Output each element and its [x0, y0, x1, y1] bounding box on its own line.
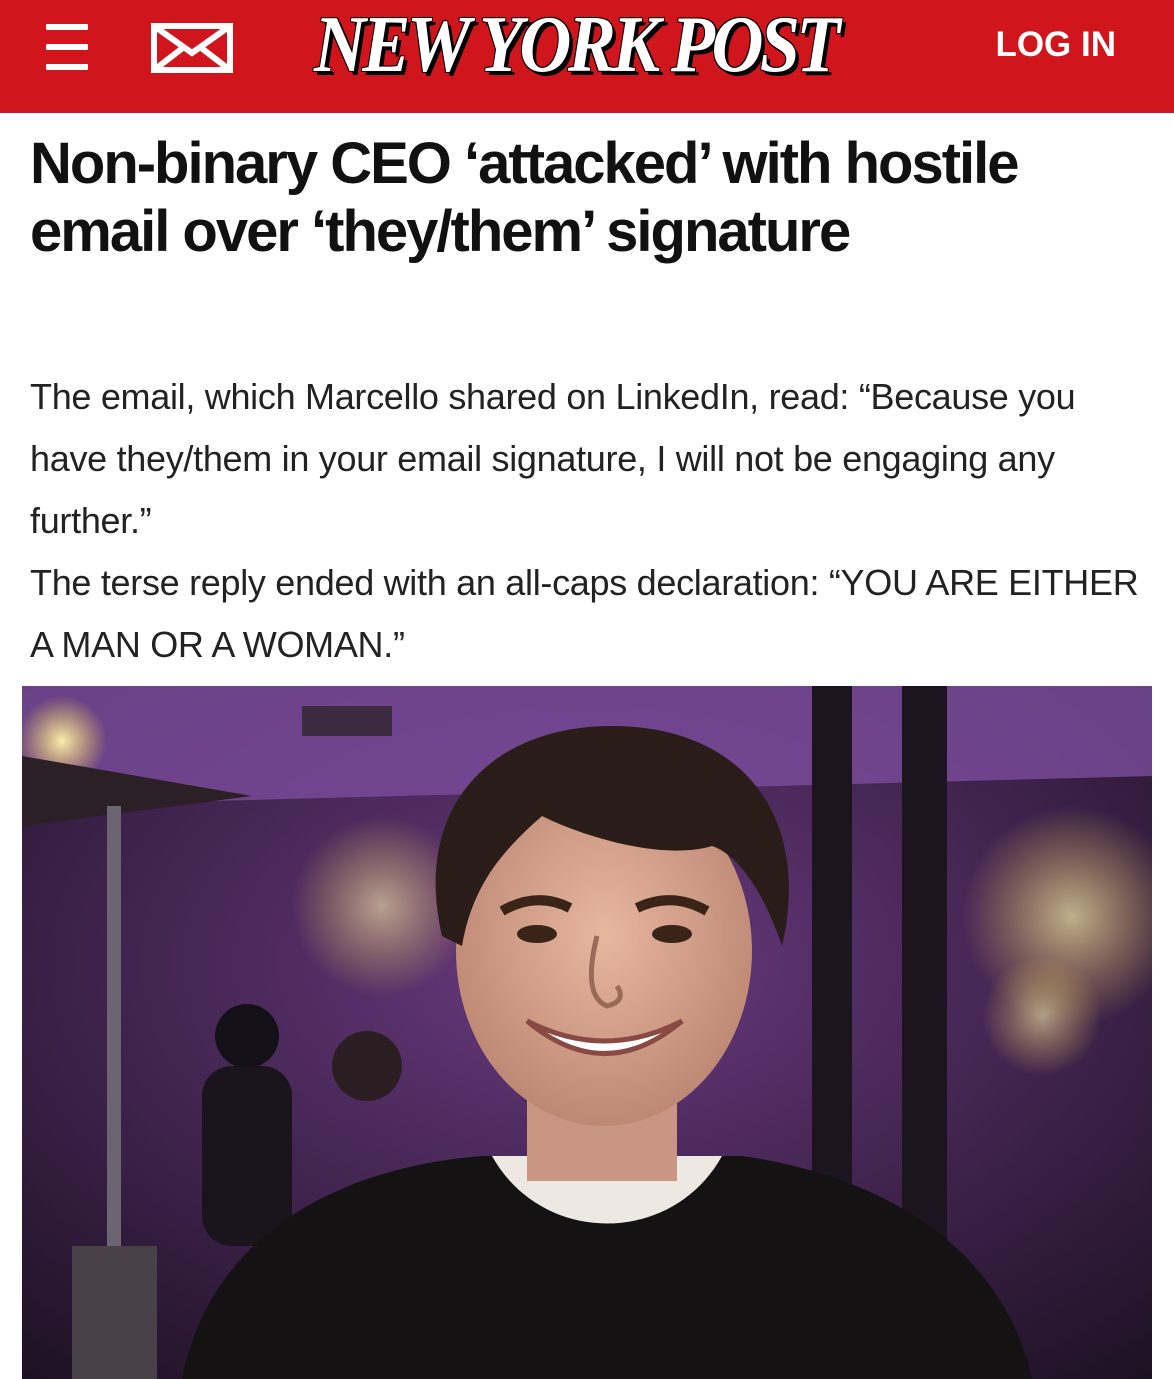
envelope-icon[interactable]	[151, 23, 233, 73]
article-paragraph: The terse reply ended with an all-caps d…	[30, 562, 1139, 665]
article-paragraph: The email, which Marcello shared on Link…	[30, 376, 1076, 541]
site-logo[interactable]: NEW YORK POST	[314, 0, 840, 90]
site-header: NEW YORK POST LOG IN	[0, 0, 1174, 113]
login-button[interactable]: LOG IN	[995, 22, 1116, 68]
hamburger-menu-icon[interactable]	[46, 24, 88, 70]
article-photo	[22, 686, 1152, 1379]
article-headline: Non-binary CEO ‘attacked’ with hostile e…	[30, 131, 1020, 264]
article-body: The email, which Marcello shared on Link…	[30, 366, 1155, 676]
